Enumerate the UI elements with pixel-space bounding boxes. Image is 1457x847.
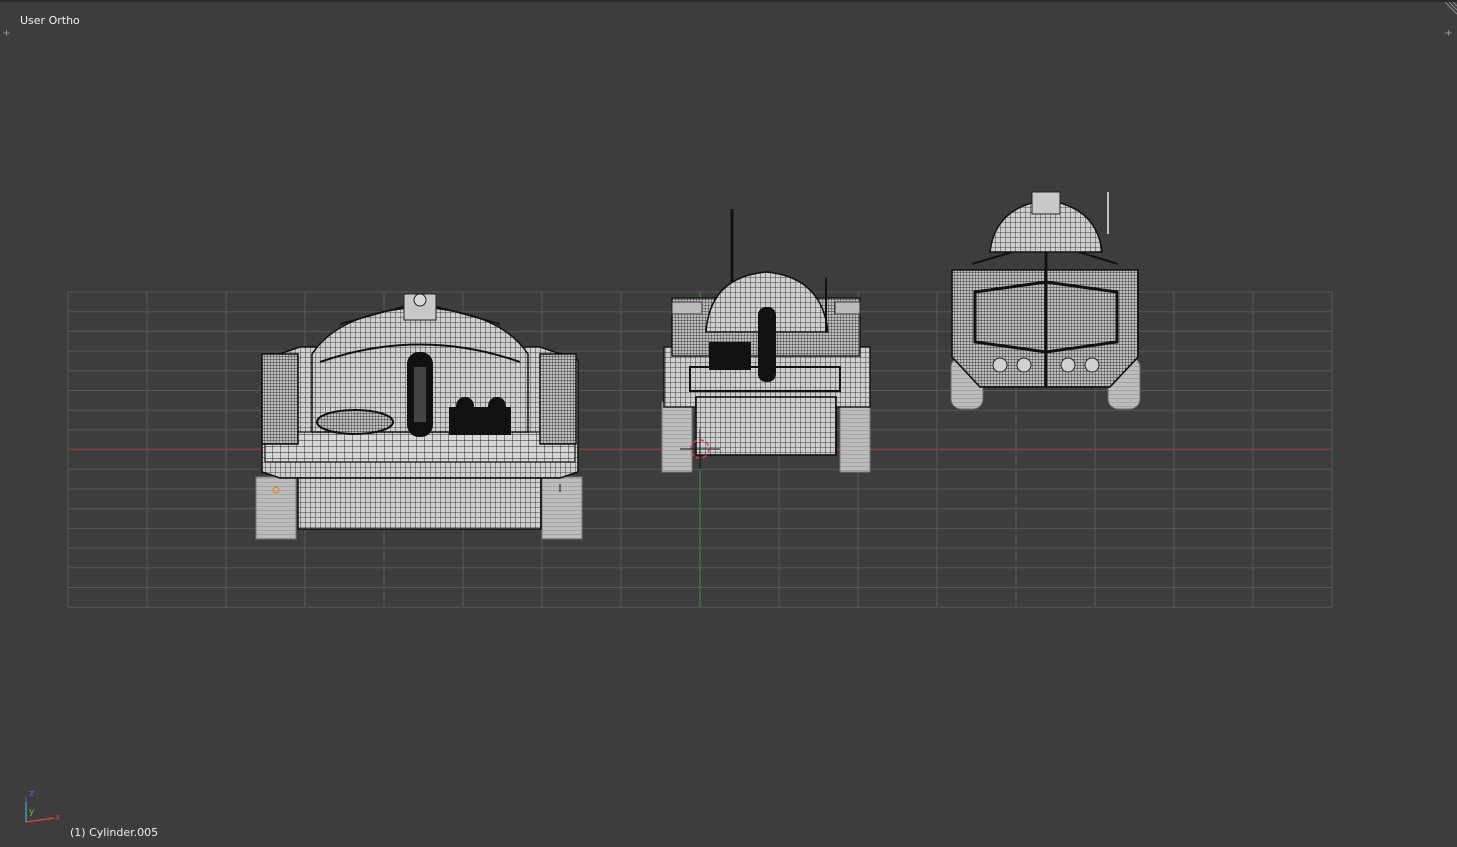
rear-view-tank-mesh[interactable] <box>950 191 1141 410</box>
3d-viewport[interactable]: User Ortho + + x y z (1) Cylinder.005 <box>0 0 1457 845</box>
axis-gizmo: x y z <box>25 789 61 823</box>
z-axis-label: z <box>29 789 34 799</box>
x-axis-label: x <box>55 813 61 823</box>
active-object-label: (1) Cylinder.005 <box>70 826 159 839</box>
scene-canvas[interactable]: x y z <box>0 2 1457 847</box>
side-view-tank-mesh[interactable] <box>661 209 871 473</box>
y-axis-label: y <box>29 807 35 817</box>
